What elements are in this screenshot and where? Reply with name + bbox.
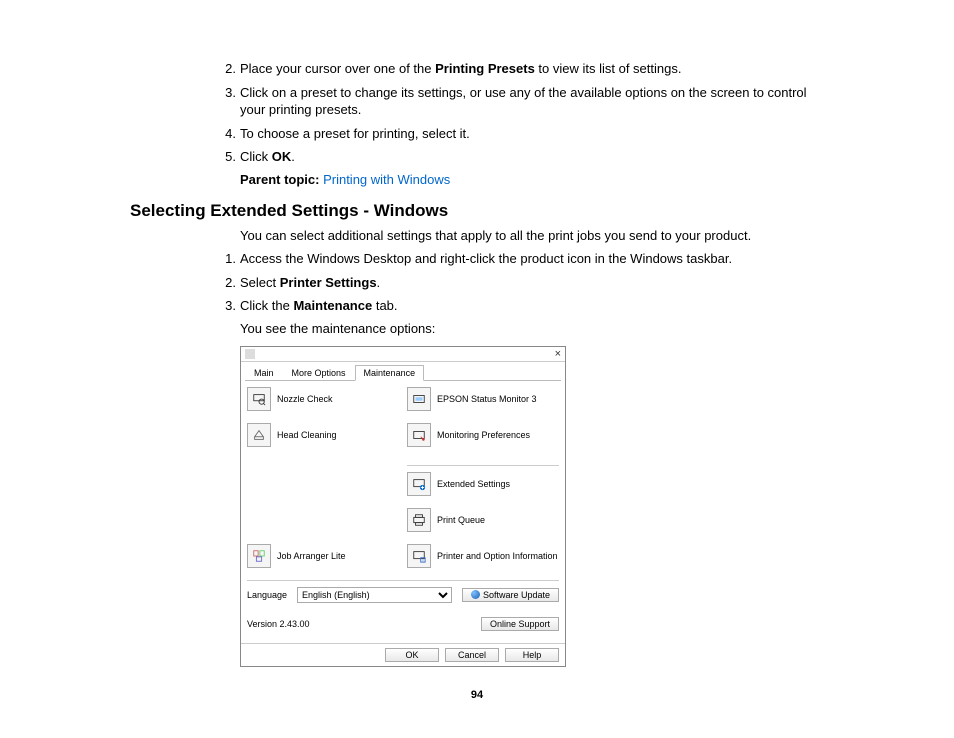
tab-bar: Main More Options Maintenance <box>245 364 561 381</box>
extended-settings-label: Extended Settings <box>437 479 510 489</box>
step-text: to view its list of settings. <box>535 61 682 76</box>
step-number: 5. <box>216 148 236 166</box>
step-text: To choose a preset for printing, select … <box>240 126 470 141</box>
step-bold: Printing Presets <box>435 61 535 76</box>
step-number: 3. <box>216 297 236 315</box>
divider <box>247 580 559 581</box>
parent-topic-label: Parent topic: <box>240 172 323 187</box>
step-number: 3. <box>216 84 236 102</box>
step-number: 1. <box>216 250 236 268</box>
status-monitor-label: EPSON Status Monitor 3 <box>437 394 537 404</box>
software-update-button[interactable]: Software Update <box>462 588 559 602</box>
monitoring-pref-label: Monitoring Preferences <box>437 430 530 440</box>
step-item: 2.Select Printer Settings. <box>240 274 824 292</box>
step-bold: Printer Settings <box>280 275 377 290</box>
tab-more-options[interactable]: More Options <box>283 365 355 381</box>
page-number: 94 <box>130 689 824 701</box>
step-item: 2.Place your cursor over one of the Prin… <box>240 60 824 78</box>
printer-info-label: Printer and Option Information <box>437 551 558 561</box>
online-support-button[interactable]: Online Support <box>481 617 559 631</box>
svg-text:i: i <box>422 557 423 562</box>
extended-settings-icon[interactable] <box>407 472 431 496</box>
ok-button[interactable]: OK <box>385 648 439 662</box>
job-arranger-row: Job Arranger Lite <box>247 544 399 568</box>
print-queue-icon[interactable] <box>407 508 431 532</box>
parent-topic-line: Parent topic: Printing with Windows <box>240 172 824 187</box>
dialog-screenshot: × Main More Options Maintenance Nozzle C… <box>240 346 824 667</box>
print-queue-label: Print Queue <box>437 515 485 525</box>
head-cleaning-row: Head Cleaning <box>247 423 399 447</box>
divider <box>407 465 559 466</box>
help-button[interactable]: Help <box>505 648 559 662</box>
dialog-footer: OK Cancel Help <box>241 643 565 666</box>
status-monitor-row: EPSON Status Monitor 3 <box>407 387 559 411</box>
step-item: 5.Click OK. <box>240 148 824 166</box>
step-bold: Maintenance <box>293 298 372 313</box>
printer-info-row: i Printer and Option Information <box>407 544 559 568</box>
step-item: 1.Access the Windows Desktop and right-c… <box>240 250 824 268</box>
close-icon[interactable]: × <box>555 348 561 360</box>
step-text: Click on a preset to change its settings… <box>240 85 807 118</box>
step-item: 3.Click the Maintenance tab. <box>240 297 824 315</box>
globe-icon <box>471 590 480 599</box>
version-row: Version 2.43.00 Online Support <box>247 617 559 631</box>
step-text: Access the Windows Desktop and right-cli… <box>240 251 732 266</box>
parent-topic-link[interactable]: Printing with Windows <box>323 172 450 187</box>
step-text: Click the <box>240 298 293 313</box>
language-row: Language English (English) Software Upda… <box>247 587 559 603</box>
printer-settings-dialog: × Main More Options Maintenance Nozzle C… <box>240 346 566 667</box>
left-column: Nozzle Check Head Cleaning <box>247 387 399 574</box>
head-cleaning-label: Head Cleaning <box>277 430 337 440</box>
step-bold: OK <box>272 149 292 164</box>
version-text: Version 2.43.00 <box>247 619 310 629</box>
software-update-label: Software Update <box>483 590 550 600</box>
step-number: 2. <box>216 274 236 292</box>
right-column: EPSON Status Monitor 3 Monitoring Prefer… <box>407 387 559 574</box>
job-arranger-label: Job Arranger Lite <box>277 551 346 561</box>
job-arranger-icon[interactable] <box>247 544 271 568</box>
step-text: Place your cursor over one of the <box>240 61 435 76</box>
app-icon <box>245 349 255 359</box>
language-label: Language <box>247 590 287 600</box>
step-text: . <box>291 149 295 164</box>
step-text: Select <box>240 275 280 290</box>
section-intro: You can select additional settings that … <box>240 227 824 245</box>
dialog-titlebar: × <box>241 347 565 362</box>
step-item: 3.Click on a preset to change its settin… <box>240 84 824 119</box>
tab-main[interactable]: Main <box>245 365 283 381</box>
nozzle-check-label: Nozzle Check <box>277 394 333 404</box>
step-text: . <box>377 275 381 290</box>
section-heading: Selecting Extended Settings - Windows <box>130 201 824 221</box>
extended-settings-row: Extended Settings <box>407 472 559 496</box>
ordered-steps-b: 1. Access the Windows Desktop and right-c… <box>130 250 824 315</box>
monitoring-pref-icon[interactable] <box>407 423 431 447</box>
print-queue-row: Print Queue <box>407 508 559 532</box>
step-number: 2. <box>216 60 236 78</box>
step-text: tab. <box>372 298 397 313</box>
step-result-text: You see the maintenance options: <box>240 321 824 336</box>
printer-info-icon[interactable]: i <box>407 544 431 568</box>
monitoring-pref-row: Monitoring Preferences <box>407 423 559 447</box>
status-monitor-icon[interactable] <box>407 387 431 411</box>
ordered-steps-continued: 2. Place your cursor over one of the Prin… <box>130 60 824 166</box>
step-text: Click <box>240 149 272 164</box>
cancel-button[interactable]: Cancel <box>445 648 499 662</box>
step-number: 4. <box>216 125 236 143</box>
head-cleaning-icon[interactable] <box>247 423 271 447</box>
nozzle-check-row: Nozzle Check <box>247 387 399 411</box>
nozzle-check-icon[interactable] <box>247 387 271 411</box>
step-item: 4.To choose a preset for printing, selec… <box>240 125 824 143</box>
language-select[interactable]: English (English) <box>297 587 452 603</box>
tab-maintenance[interactable]: Maintenance <box>355 365 425 381</box>
